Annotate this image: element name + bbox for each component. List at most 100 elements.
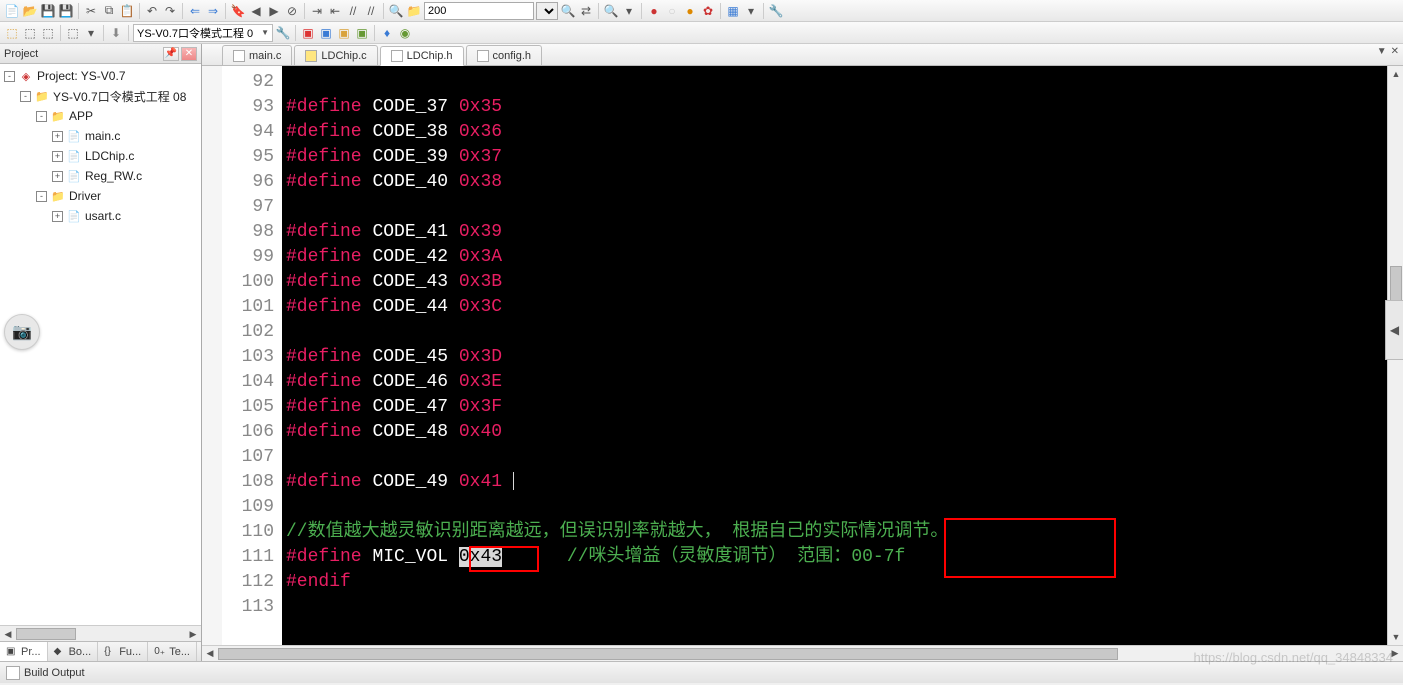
code-line[interactable]	[286, 495, 1387, 520]
code-line[interactable]	[286, 595, 1387, 620]
dropdown-icon[interactable]: ▾	[621, 3, 637, 19]
code-line[interactable]: //数值越大越灵敏识别距离越远，但误识别率就越大， 根据自己的实际情况调节。	[286, 520, 1387, 545]
build-icon[interactable]: ⬚	[22, 25, 38, 41]
editor-tab[interactable]: LDChip.h	[380, 46, 464, 66]
dropdown-2-icon[interactable]: ▾	[743, 3, 759, 19]
pack-icon[interactable]: ♦	[379, 25, 395, 41]
bottom-tab[interactable]: {}Fu...	[98, 642, 148, 661]
rebuild-icon[interactable]: ⬚	[40, 25, 56, 41]
find-dropdown[interactable]	[536, 2, 558, 20]
build-target-icon[interactable]: ⬚	[4, 25, 20, 41]
find-icon[interactable]: 🔍	[388, 3, 404, 19]
find-input[interactable]	[424, 2, 534, 20]
code-line[interactable]	[286, 70, 1387, 95]
tree-expander[interactable]: +	[52, 131, 63, 142]
hscroll-thumb[interactable]	[218, 648, 1118, 660]
code-line[interactable]: #endif	[286, 570, 1387, 595]
editor-tab[interactable]: LDChip.c	[294, 45, 377, 65]
window-icon[interactable]: ▦	[725, 3, 741, 19]
panel-pin-button[interactable]: 📌	[163, 47, 179, 61]
redo-icon[interactable]: ↷	[162, 3, 178, 19]
manage-3-icon[interactable]: ▣	[336, 25, 352, 41]
hscroll-left-icon[interactable]: ◀	[202, 646, 218, 661]
tree-expander[interactable]: -	[4, 71, 15, 82]
undo-icon[interactable]: ↶	[144, 3, 160, 19]
tree-item[interactable]: +📄main.c	[0, 126, 201, 146]
editor-hscroll[interactable]: ◀ ▶	[202, 645, 1403, 661]
scroll-down-icon[interactable]: ▼	[1388, 629, 1403, 645]
options-target-icon[interactable]: 🔧	[275, 25, 291, 41]
build-output-panel[interactable]: Build Output	[0, 661, 1403, 683]
tree-expander[interactable]: -	[36, 191, 47, 202]
bookmark-prev-icon[interactable]: ◀	[248, 3, 264, 19]
breakpoint-disable-icon[interactable]: ○	[664, 3, 680, 19]
hscroll-right-icon[interactable]: ▶	[1387, 646, 1403, 661]
tree-expander[interactable]: +	[52, 171, 63, 182]
paste-icon[interactable]: 📋	[119, 3, 135, 19]
code-line[interactable]: #define CODE_47 0x3F	[286, 395, 1387, 420]
bookmark-clear-icon[interactable]: ⊘	[284, 3, 300, 19]
bottom-tab[interactable]: ◆Bo...	[48, 642, 99, 661]
manage-2-icon[interactable]: ▣	[318, 25, 334, 41]
tree-item[interactable]: +📄usart.c	[0, 206, 201, 226]
tab-list-icon[interactable]: ▼	[1377, 46, 1387, 57]
code-line[interactable]: #define CODE_38 0x36	[286, 120, 1387, 145]
tree-expander[interactable]: -	[20, 91, 31, 102]
nav-fwd-icon[interactable]: ⇒	[205, 3, 221, 19]
rte-icon[interactable]: ◉	[397, 25, 413, 41]
code-line[interactable]: #define CODE_42 0x3A	[286, 245, 1387, 270]
code-line[interactable]: #define CODE_43 0x3B	[286, 270, 1387, 295]
code-line[interactable]: #define CODE_39 0x37	[286, 145, 1387, 170]
tree-item[interactable]: +📄Reg_RW.c	[0, 166, 201, 186]
copy-icon[interactable]: ⧉	[101, 3, 117, 19]
tree-item[interactable]: +📄LDChip.c	[0, 146, 201, 166]
code-line[interactable]: #define CODE_45 0x3D	[286, 345, 1387, 370]
code-editor[interactable]: 9293949596979899100101102103104105106107…	[202, 66, 1403, 645]
tree-expander[interactable]: -	[36, 111, 47, 122]
open-icon[interactable]: 📂	[22, 3, 38, 19]
code-line[interactable]: #define CODE_46 0x3E	[286, 370, 1387, 395]
scroll-up-icon[interactable]: ▲	[1388, 66, 1403, 82]
tree-expander[interactable]: +	[52, 151, 63, 162]
tree-item[interactable]: -📁YS-V0.7口令模式工程 08	[0, 86, 201, 106]
code-line[interactable]: #define CODE_48 0x40	[286, 420, 1387, 445]
code-line[interactable]: #define CODE_40 0x38	[286, 170, 1387, 195]
indent-icon[interactable]: ⇥	[309, 3, 325, 19]
search-go-icon[interactable]: 🔍	[560, 3, 576, 19]
panel-close-button[interactable]: ✕	[181, 47, 197, 61]
new-icon[interactable]: 📄	[4, 3, 20, 19]
translate-icon[interactable]: ⬚	[65, 25, 81, 41]
manage-4-icon[interactable]: ▣	[354, 25, 370, 41]
editor-tab[interactable]: config.h	[466, 45, 543, 65]
code-line[interactable]: #define CODE_44 0x3C	[286, 295, 1387, 320]
code-line[interactable]: #define MIC_VOL 0x43 //咪头增益（灵敏度调节） 范围：00…	[286, 545, 1387, 570]
uncomment-icon[interactable]: //	[363, 3, 379, 19]
outdent-icon[interactable]: ⇤	[327, 3, 343, 19]
manage-icon[interactable]: ▣	[300, 25, 316, 41]
replace-icon[interactable]: ⇄	[578, 3, 594, 19]
code-line[interactable]	[286, 320, 1387, 345]
bottom-tab[interactable]: 0₊Te...	[148, 642, 197, 661]
options-icon[interactable]: ✿	[700, 3, 716, 19]
code-line[interactable]: #define CODE_41 0x39	[286, 220, 1387, 245]
code-line[interactable]	[286, 195, 1387, 220]
comment-icon[interactable]: //	[345, 3, 361, 19]
configure-icon[interactable]: 🔧	[768, 3, 784, 19]
find-files-icon[interactable]: 📁	[406, 3, 422, 19]
code-line[interactable]: #define CODE_49 0x41	[286, 470, 1387, 495]
code-content[interactable]: #define CODE_37 0x35#define CODE_38 0x36…	[282, 66, 1387, 645]
tree-expander[interactable]: +	[52, 211, 63, 222]
save-icon[interactable]: 💾	[40, 3, 56, 19]
cut-icon[interactable]: ✂	[83, 3, 99, 19]
download-icon[interactable]: ⬇	[108, 25, 124, 41]
tree-item[interactable]: -◈Project: YS-V0.7	[0, 66, 201, 86]
code-line[interactable]: #define CODE_37 0x35	[286, 95, 1387, 120]
scroll-thumb[interactable]	[16, 628, 76, 640]
breakpoint-icon[interactable]: ●	[646, 3, 662, 19]
debug-icon[interactable]: 🔍	[603, 3, 619, 19]
scroll-left-icon[interactable]: ◀	[0, 626, 16, 642]
editor-tab[interactable]: main.c	[222, 45, 292, 65]
tab-close-icon[interactable]: ✕	[1391, 46, 1399, 57]
dropdown-3-icon[interactable]: ▾	[83, 25, 99, 41]
bookmark-next-icon[interactable]: ▶	[266, 3, 282, 19]
